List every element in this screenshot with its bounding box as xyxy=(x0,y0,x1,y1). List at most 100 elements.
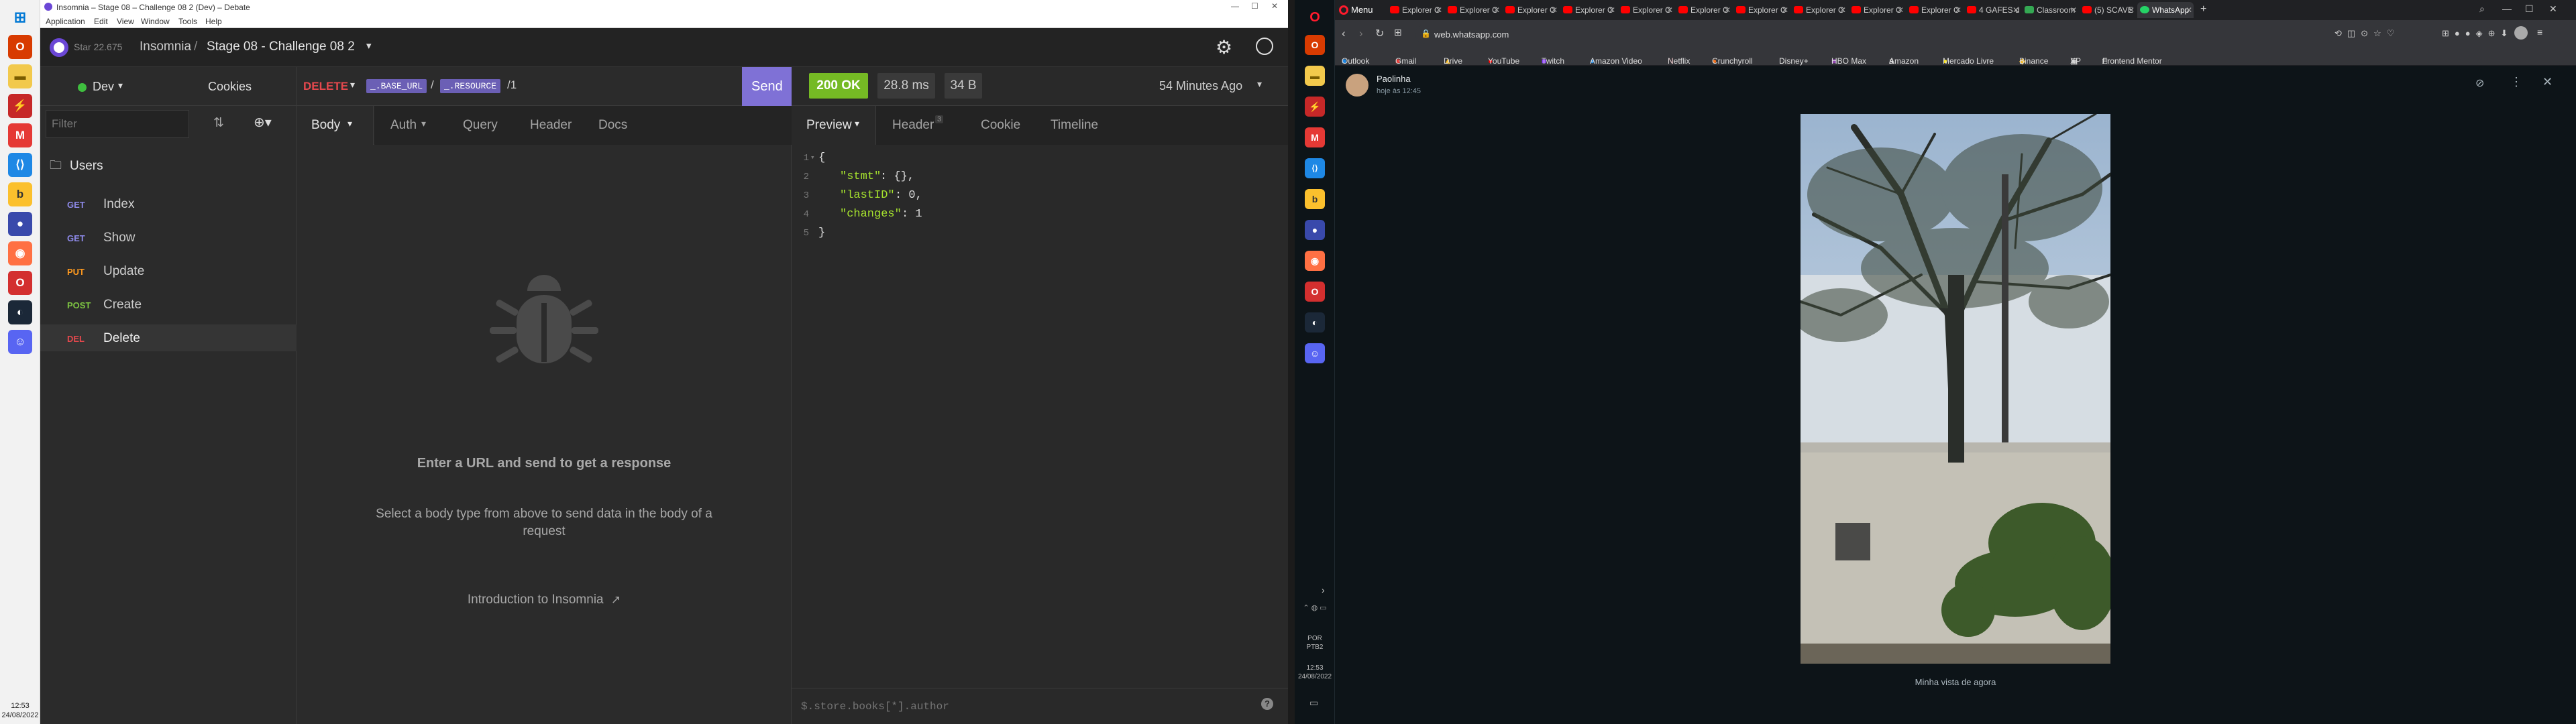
close-icon[interactable]: ✕ xyxy=(1955,2,1962,18)
opera-logo-icon[interactable]: O xyxy=(1303,5,1327,29)
vscode-icon[interactable]: ⟨⟩ xyxy=(1305,158,1325,178)
menu-help[interactable]: Help xyxy=(205,17,222,26)
close-icon[interactable]: ✕ xyxy=(2012,2,2019,18)
easy-setup-icon[interactable]: ≡ xyxy=(2537,27,2542,38)
chevron-down-icon[interactable]: ▾ xyxy=(366,40,372,52)
history-dropdown[interactable]: 54 Minutes Ago xyxy=(1159,79,1242,93)
tab-timeline[interactable]: Timeline xyxy=(1051,106,1118,145)
contact-name[interactable]: Paolinha xyxy=(1377,74,1411,84)
keep-icon[interactable]: b xyxy=(8,182,32,206)
browser-tab[interactable]: Explorer C ✕ xyxy=(1849,2,1905,18)
opera-menu-button[interactable]: Menu xyxy=(1338,3,1373,17)
add-icon[interactable]: ⊕▾ xyxy=(254,114,272,131)
tab-header[interactable]: Header xyxy=(515,106,585,145)
browser-tab[interactable]: Explorer C ✕ xyxy=(1560,2,1617,18)
office-icon[interactable]: O xyxy=(1305,35,1325,55)
firefox-icon[interactable]: ◉ xyxy=(8,241,32,265)
settings-gear-icon[interactable]: ⚙ xyxy=(1216,36,1232,58)
language-indicator[interactable]: POR PTB2 xyxy=(1295,634,1335,652)
new-tab-icon[interactable]: + xyxy=(2200,3,2206,15)
maximize-icon[interactable]: ☐ xyxy=(2525,3,2534,15)
tab-auth[interactable]: Auth ▾ xyxy=(374,106,448,145)
environment-select[interactable]: Dev xyxy=(93,80,114,94)
tab-docs[interactable]: Docs xyxy=(585,106,792,145)
star-message-icon[interactable]: ⊘ xyxy=(2475,76,2484,90)
sidebar-clock[interactable]: 12:53 24/08/2022 xyxy=(1295,664,1335,681)
contact-avatar[interactable] xyxy=(1346,74,1368,97)
close-icon[interactable]: ✕ xyxy=(2186,2,2192,18)
address-actions-icon[interactable]: ⟲◫⊙☆♡ xyxy=(2334,28,2400,39)
gmail-icon[interactable]: M xyxy=(8,123,32,147)
close-icon[interactable]: ✕ xyxy=(2070,2,2077,18)
minimize-icon[interactable]: — xyxy=(2502,3,2512,14)
breadcrumb-workspace[interactable]: Stage 08 - Challenge 08 2 xyxy=(207,40,355,54)
file-explorer-icon[interactable]: ▬ xyxy=(8,64,32,88)
base-url-variable[interactable]: _.BASE_URL xyxy=(366,79,427,93)
chevron-down-icon[interactable]: ▾ xyxy=(350,79,355,90)
steam-icon[interactable]: ◐ xyxy=(8,300,32,324)
insomnia-logo-icon[interactable] xyxy=(50,38,68,57)
menu-edit[interactable]: Edit xyxy=(94,17,108,26)
tab-header[interactable]: Header 3 xyxy=(892,106,953,145)
sort-icon[interactable]: ⇅ xyxy=(213,115,224,131)
tab-cookie[interactable]: Cookie xyxy=(981,106,1034,145)
close-icon[interactable]: ✕ xyxy=(1493,2,1500,18)
close-icon[interactable]: ✕ xyxy=(1724,2,1731,18)
opera-icon[interactable]: O xyxy=(1305,282,1325,302)
browser-tab[interactable]: Explorer C ✕ xyxy=(1387,2,1444,18)
windows-start-icon[interactable]: ⊞ xyxy=(8,5,32,29)
speed-dial-icon[interactable]: ⊞ xyxy=(1394,27,1402,38)
menu-window[interactable]: Window xyxy=(141,17,170,26)
folder-users[interactable]: 🗀 Users xyxy=(40,153,297,180)
breadcrumb-app[interactable]: Insomnia xyxy=(140,40,191,54)
close-icon[interactable]: ✕ xyxy=(1436,2,1442,18)
close-icon[interactable]: ✕ xyxy=(1839,2,1846,18)
browser-tab[interactable]: (5) SCAVE ✕ xyxy=(2080,2,2136,18)
firefox-icon[interactable]: ◉ xyxy=(1305,251,1325,271)
browser-tab[interactable]: Explorer C ✕ xyxy=(1618,2,1674,18)
send-button[interactable]: Send xyxy=(742,67,792,106)
menu-application[interactable]: Application xyxy=(46,17,85,26)
request-item[interactable]: GET Index xyxy=(40,190,297,217)
search-tabs-icon[interactable]: ⌕ xyxy=(2479,3,2485,15)
jsonpath-filter-input[interactable] xyxy=(801,697,1230,717)
help-icon[interactable]: ? xyxy=(1261,698,1273,710)
file-explorer-icon[interactable]: ▬ xyxy=(1305,66,1325,86)
tab-preview[interactable]: Preview ▾ xyxy=(792,106,876,145)
browser-tab-active[interactable]: WhatsApp ✕ xyxy=(2137,2,2194,18)
browser-tab[interactable]: 4 GAFES d ✕ xyxy=(1964,2,2021,18)
chrome-icon[interactable]: ● xyxy=(8,212,32,236)
menu-view[interactable]: View xyxy=(117,17,134,26)
request-item-active[interactable]: DEL Delete xyxy=(40,324,297,351)
tray-icons[interactable]: ⌃ ◍ ▭ xyxy=(1299,603,1331,612)
github-star-count[interactable]: Star 22.675 xyxy=(74,42,122,52)
maximize-icon[interactable]: ☐ xyxy=(1251,1,1258,11)
reload-icon[interactable]: ↻ xyxy=(1375,27,1384,40)
notification-icon[interactable]: ▭ xyxy=(1309,697,1318,709)
opera-icon[interactable]: O xyxy=(8,271,32,295)
account-icon[interactable] xyxy=(1256,38,1273,55)
close-icon[interactable]: ✕ xyxy=(1609,2,1615,18)
steam-icon[interactable]: ◐ xyxy=(1305,312,1325,333)
forward-icon[interactable]: › xyxy=(1359,27,1363,40)
close-icon[interactable]: ✕ xyxy=(1782,2,1788,18)
browser-tab[interactable]: Explorer C ✕ xyxy=(1503,2,1559,18)
gmail-icon[interactable]: M xyxy=(1305,127,1325,147)
request-item[interactable]: PUT Update xyxy=(40,257,297,284)
close-icon[interactable]: ✕ xyxy=(1666,2,1673,18)
close-icon[interactable]: ✕ xyxy=(1897,2,1904,18)
browser-tab[interactable]: Explorer C ✕ xyxy=(1445,2,1501,18)
chevron-down-icon[interactable]: ▾ xyxy=(118,80,123,91)
close-icon[interactable]: ✕ xyxy=(2549,3,2557,15)
vscode-icon[interactable]: ⟨⟩ xyxy=(8,153,32,177)
resource-variable[interactable]: _.RESOURCE xyxy=(440,79,501,93)
close-icon[interactable]: ✕ xyxy=(2128,2,2135,18)
tab-query[interactable]: Query xyxy=(448,106,515,145)
menu-tools[interactable]: Tools xyxy=(178,17,197,26)
office-icon[interactable]: O xyxy=(8,35,32,59)
discord-icon[interactable]: ☺ xyxy=(1305,343,1325,363)
profile-avatar[interactable] xyxy=(2514,26,2528,40)
browser-tab[interactable]: Explorer C ✕ xyxy=(1791,2,1847,18)
keep-icon[interactable]: b xyxy=(1305,189,1325,209)
close-icon[interactable]: ✕ xyxy=(1551,2,1558,18)
